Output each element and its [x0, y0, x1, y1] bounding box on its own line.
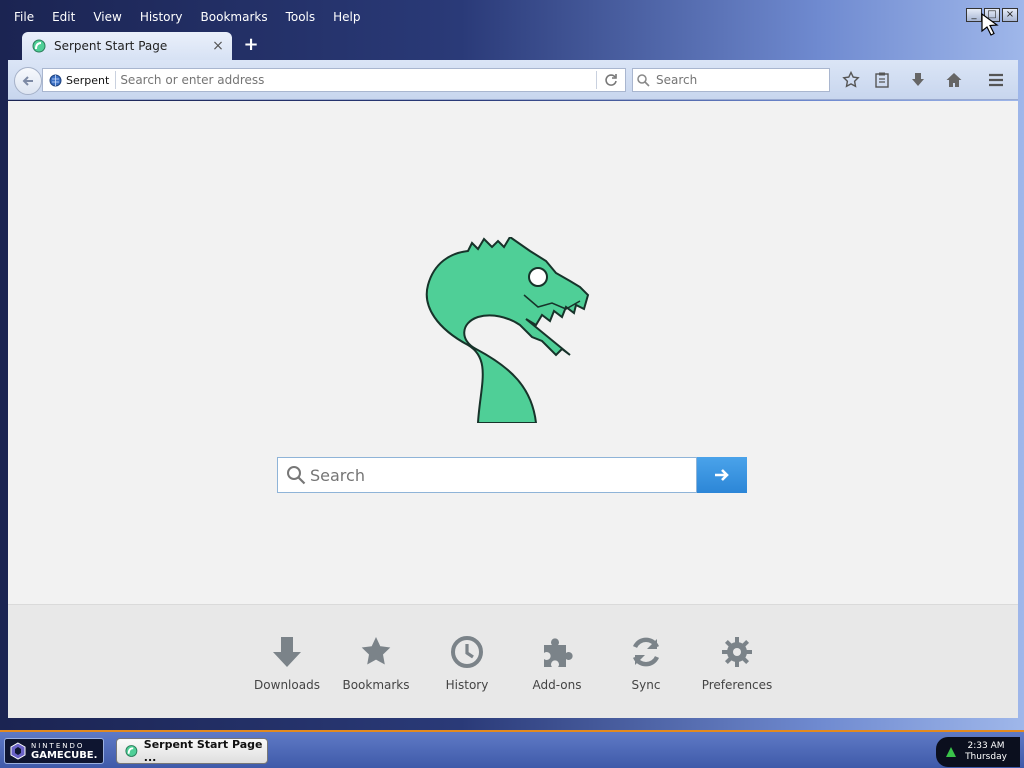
main-search-input[interactable]	[306, 464, 696, 486]
menu-file[interactable]: File	[8, 10, 40, 24]
gamecube-logo-icon	[10, 742, 26, 760]
launcher-bar: Downloads Bookmarks History Add-ons Sync…	[8, 604, 1018, 718]
taskbar-window-button[interactable]: Serpent Start Page ...	[116, 738, 268, 764]
menu-view[interactable]: View	[87, 10, 127, 24]
launcher-label: Preferences	[701, 678, 773, 692]
start-button[interactable]: NINTENDO GAMECUBE.	[4, 738, 104, 764]
menu-edit[interactable]: Edit	[46, 10, 81, 24]
launcher-label: Downloads	[254, 678, 320, 692]
search-icon	[287, 466, 306, 485]
search-icon	[637, 73, 650, 87]
tab-strip: Serpent Start Page × +	[0, 32, 1024, 60]
globe-icon	[49, 74, 62, 86]
launcher-label: Add-ons	[532, 678, 582, 692]
search-go-button[interactable]	[697, 457, 747, 493]
download-arrow-icon	[912, 73, 924, 86]
serpent-favicon-icon	[32, 39, 46, 53]
reload-button[interactable]	[597, 69, 625, 91]
clock-time: 2:33 AM	[967, 741, 1005, 751]
launcher-label: History	[445, 678, 489, 692]
main-search-box[interactable]	[277, 457, 697, 493]
serpent-favicon-icon	[125, 745, 138, 757]
sync-icon	[632, 637, 660, 667]
network-icon[interactable]	[944, 745, 958, 759]
gear-icon	[722, 637, 752, 667]
site-identity[interactable]: Serpent	[43, 71, 117, 89]
taskbar-window-title: Serpent Start Page ...	[143, 738, 263, 764]
taskbar: NINTENDO GAMECUBE. Serpent Start Page ..…	[0, 730, 1024, 768]
launcher-history[interactable]: History	[422, 635, 512, 692]
bookmarks-menu-button[interactable]	[869, 68, 895, 92]
serpent-dragon-logo	[425, 237, 590, 423]
clock-day: Thursday	[965, 752, 1007, 762]
menu-bar: File Edit View History Bookmarks Tools H…	[0, 6, 373, 28]
reload-icon	[605, 74, 617, 86]
tab-title: Serpent Start Page	[54, 39, 168, 53]
launcher-preferences[interactable]: Preferences	[692, 635, 782, 692]
open-menu-button[interactable]	[983, 68, 1009, 92]
menu-history[interactable]: History	[134, 10, 189, 24]
start-label-line2: GAMECUBE.	[31, 750, 98, 761]
system-tray: 2:33 AM Thursday	[936, 737, 1020, 767]
back-arrow-icon	[22, 76, 33, 86]
hamburger-menu-icon	[989, 73, 1003, 87]
tab-serpent-start-page[interactable]: Serpent Start Page ×	[22, 32, 232, 60]
start-page: Downloads Bookmarks History Add-ons	[8, 101, 1018, 718]
address-input[interactable]	[116, 73, 596, 87]
menu-help[interactable]: Help	[327, 10, 366, 24]
start-label: NINTENDO GAMECUBE.	[31, 742, 98, 761]
back-button[interactable]	[14, 67, 42, 95]
arrow-right-icon	[715, 469, 729, 481]
tab-close-icon[interactable]: ×	[210, 38, 226, 54]
clock-icon	[451, 636, 483, 668]
star-icon	[361, 637, 391, 665]
launcher-sync[interactable]: Sync	[601, 635, 691, 692]
home-button[interactable]	[941, 68, 967, 92]
close-window-button[interactable]: ×	[1002, 8, 1018, 22]
launcher-label: Bookmarks	[342, 678, 410, 692]
menu-bookmarks[interactable]: Bookmarks	[195, 10, 274, 24]
puzzle-icon	[544, 638, 573, 667]
navigation-toolbar: Serpent	[8, 60, 1018, 100]
toolbar-search-box[interactable]	[632, 68, 830, 92]
menu-tools[interactable]: Tools	[280, 10, 322, 24]
bookmark-star-button[interactable]	[838, 68, 864, 92]
launcher-downloads[interactable]: Downloads	[242, 635, 332, 692]
home-icon	[946, 73, 962, 87]
downloads-button[interactable]	[905, 68, 931, 92]
launcher-addons[interactable]: Add-ons	[512, 635, 602, 692]
site-identity-label: Serpent	[66, 73, 110, 87]
download-icon	[273, 637, 301, 667]
clipboard-icon	[875, 72, 889, 88]
mouse-cursor-icon	[981, 12, 999, 36]
launcher-bookmarks[interactable]: Bookmarks	[331, 635, 421, 692]
clock[interactable]: 2:33 AM Thursday	[958, 741, 1014, 763]
star-outline-icon	[842, 71, 860, 88]
browser-window: File Edit View History Bookmarks Tools H…	[0, 0, 1024, 730]
new-tab-button[interactable]: +	[242, 36, 260, 54]
url-bar[interactable]: Serpent	[42, 68, 626, 92]
launcher-label: Sync	[631, 678, 661, 692]
toolbar-search-input[interactable]	[650, 72, 829, 88]
